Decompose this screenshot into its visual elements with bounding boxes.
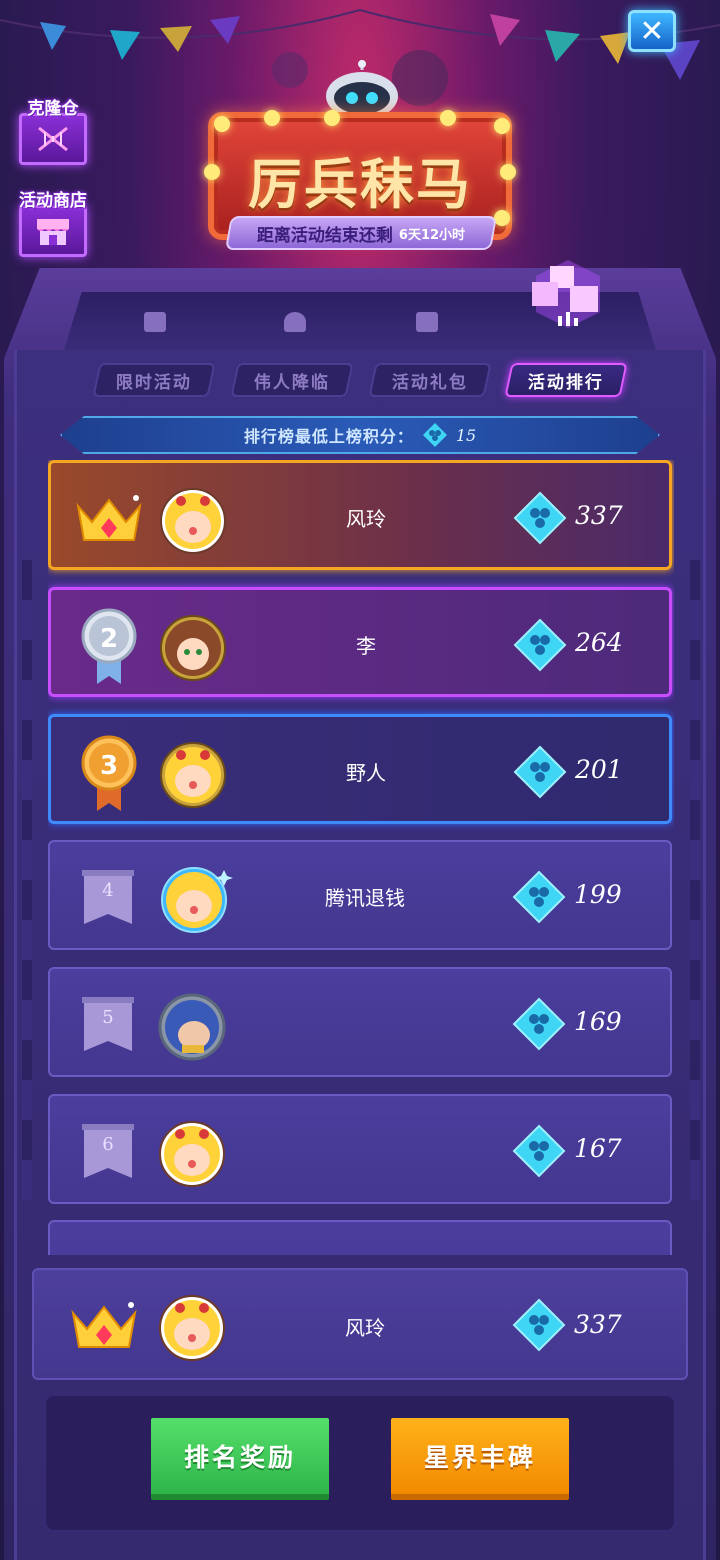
- rank-number: 6: [102, 1134, 114, 1155]
- score-gem-icon: [512, 997, 566, 1051]
- my-player-score: 337: [574, 1310, 622, 1339]
- rank-flag-icon: 5: [66, 985, 150, 1065]
- player-score: 167: [574, 1134, 622, 1163]
- silver-medal-icon: 2: [67, 606, 151, 686]
- rank-number: 2: [99, 624, 119, 654]
- player-name: 腾讯退钱: [325, 886, 405, 910]
- leaderboard-row[interactable]: 4 腾讯退钱 199: [48, 840, 672, 950]
- event-shop-label: 活动商店: [19, 191, 87, 211]
- score-gem-icon: [512, 1124, 566, 1178]
- left-rail-decoration: [22, 560, 32, 1200]
- tab-event-ranking[interactable]: 活动排行: [504, 363, 628, 397]
- rank-reward-button[interactable]: 排名奖励: [151, 1418, 329, 1500]
- rank-number: 5: [102, 1007, 114, 1028]
- crown-icon: [67, 479, 151, 559]
- leaderboard-row[interactable]: 5 169: [48, 967, 672, 1077]
- leaderboard-row[interactable]: [48, 1220, 672, 1255]
- score-gem-icon: [513, 618, 567, 672]
- player-name: 野人: [346, 761, 386, 785]
- person-icon[interactable]: [284, 312, 306, 332]
- rank-flag-icon: 4: [66, 858, 150, 938]
- score-gem-icon: [512, 1298, 566, 1352]
- right-rail-decoration: [690, 560, 700, 1200]
- tab-bar: 限时活动 伟人降临 活动礼包 活动排行: [92, 363, 628, 399]
- my-rank-row: 风玲 337: [32, 1268, 688, 1380]
- leaderboard-row[interactable]: 风玲 337: [48, 460, 672, 570]
- player-score: 337: [575, 501, 623, 530]
- event-shop-button[interactable]: 活动商店: [12, 186, 94, 257]
- avatar[interactable]: [159, 741, 227, 809]
- shop-icon: [19, 205, 87, 257]
- clone-warehouse-label: 克隆仓: [27, 99, 79, 119]
- tab-limited-event[interactable]: 限时活动: [92, 363, 216, 397]
- gift-icon[interactable]: [416, 312, 438, 332]
- event-title: 厉兵秣马: [248, 153, 472, 216]
- avatar[interactable]: [159, 614, 227, 682]
- rank-number: 4: [102, 880, 114, 901]
- leaderboard-row[interactable]: 3 野人 201: [48, 714, 672, 824]
- player-name: 李: [356, 634, 376, 658]
- star-monument-button[interactable]: 星界丰碑: [391, 1418, 569, 1500]
- ranking-cube-icon[interactable]: [520, 252, 616, 344]
- calendar-icon[interactable]: [144, 312, 166, 332]
- score-gem-icon: [422, 423, 447, 447]
- player-score: 199: [574, 880, 622, 909]
- minimum-score-banner: 排行榜最低上榜积分： 15: [60, 416, 660, 454]
- player-name: 风玲: [346, 507, 386, 531]
- action-panel: [44, 1394, 676, 1532]
- avatar[interactable]: [158, 993, 226, 1061]
- tab-event-gift-pack[interactable]: 活动礼包: [368, 363, 492, 397]
- my-player-name: 风玲: [345, 1316, 385, 1340]
- clone-warehouse-button[interactable]: 克隆仓: [16, 94, 90, 165]
- leaderboard-row[interactable]: 6 167: [48, 1094, 672, 1204]
- avatar[interactable]: [158, 1294, 226, 1362]
- bronze-medal-icon: 3: [67, 733, 151, 813]
- leaderboard-row[interactable]: 2 李 264: [48, 587, 672, 697]
- avatar[interactable]: [158, 866, 233, 934]
- score-gem-icon: [513, 745, 567, 799]
- tab-great-figure[interactable]: 伟人降临: [230, 363, 354, 397]
- rank-number: 3: [99, 751, 119, 781]
- rank-flag-icon: 6: [66, 1112, 150, 1192]
- game-scene: ✕ 克隆仓 活动商店 厉兵秣马 距离活动结束还剩 6天12小时 限时活动 伟人降…: [0, 0, 720, 1560]
- player-score: 264: [575, 628, 623, 657]
- player-score: 169: [574, 1007, 622, 1036]
- avatar[interactable]: [159, 487, 227, 555]
- minimum-score-label: 排行榜最低上榜积分：: [243, 427, 414, 446]
- countdown-value: 6天12小时: [398, 227, 466, 243]
- crown-icon: [62, 1286, 146, 1366]
- score-gem-icon: [512, 870, 566, 924]
- leaderboard-list[interactable]: 风玲 337 2 李 264 3 野人 201 4 腾讯退钱 199 5 169…: [48, 460, 674, 1255]
- score-gem-icon: [513, 491, 567, 545]
- event-countdown: 距离活动结束还剩 6天12小时: [225, 216, 497, 250]
- countdown-label: 距离活动结束还剩: [256, 225, 393, 246]
- player-score: 201: [575, 755, 623, 784]
- avatar[interactable]: [158, 1120, 226, 1188]
- dna-icon: [19, 113, 87, 165]
- close-button[interactable]: ✕: [628, 10, 676, 52]
- minimum-score-value: 15: [455, 425, 477, 445]
